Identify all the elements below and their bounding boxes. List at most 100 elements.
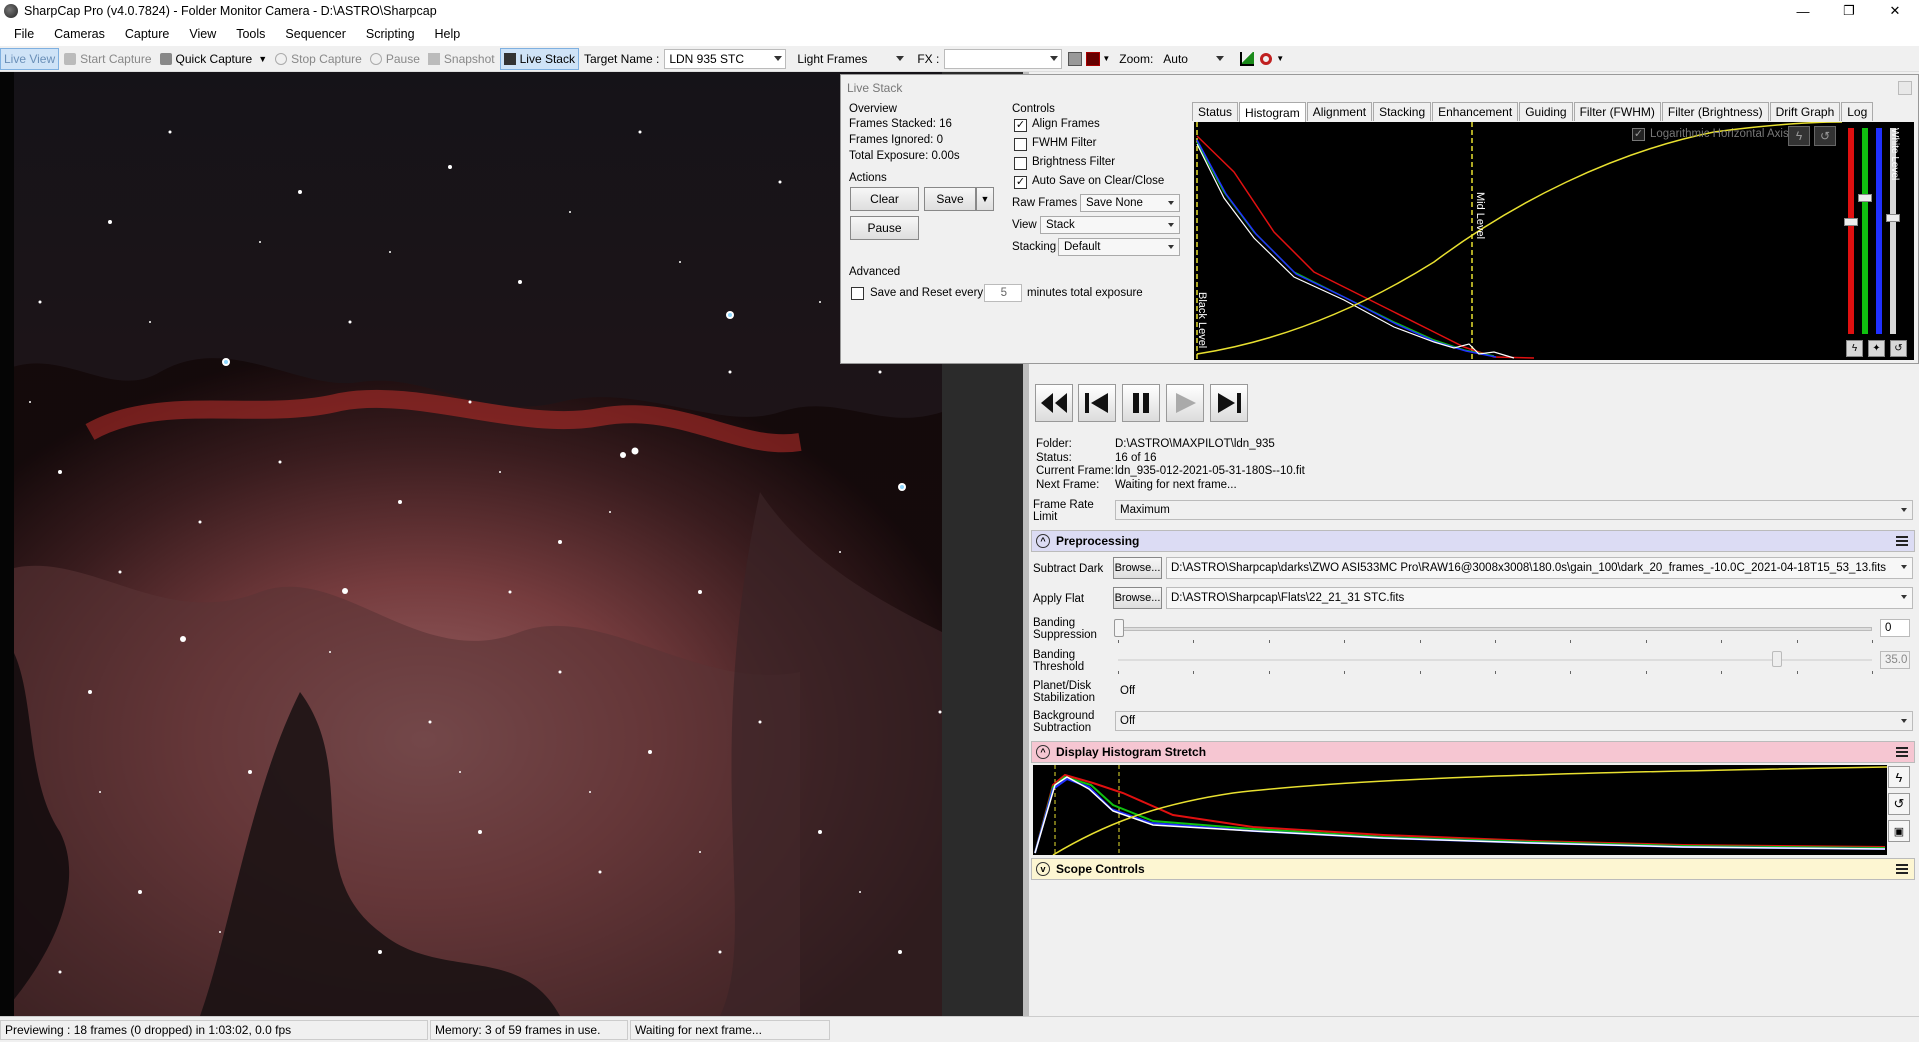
save-icon[interactable]: ▣ [1888,820,1910,842]
tab-status[interactable]: Status [1192,102,1239,121]
banding-suppression-thumb[interactable] [1114,619,1124,637]
play-button[interactable] [1166,384,1204,422]
tab-guiding[interactable]: Guiding [1519,102,1573,121]
tab-alignment[interactable]: Alignment [1306,102,1373,121]
save-reset-checkbox[interactable] [851,287,864,300]
chevron-down-icon[interactable]: ▼ [1102,54,1110,63]
menu-sequencer[interactable]: Sequencer [285,27,345,41]
save-button[interactable]: Save [924,187,976,211]
tab-filter-fwhm[interactable]: Filter (FWHM) [1573,102,1661,121]
banding-suppression-slider[interactable] [1118,627,1872,631]
scope-controls-header[interactable]: v Scope Controls [1031,858,1915,880]
live-stack-button[interactable]: Live Stack [499,47,579,70]
collapse-icon[interactable]: ^ [1036,745,1050,759]
auto-save-checkbox[interactable]: ✓ [1014,176,1027,189]
tab-stacking[interactable]: Stacking [1373,102,1432,121]
magnifier-icon[interactable] [1260,52,1273,65]
menu-cameras[interactable]: Cameras [54,27,105,41]
folder-label: Folder: [1036,438,1072,450]
pause-stack-button[interactable]: Pause [850,216,919,240]
clear-button[interactable]: Clear [850,187,919,211]
banding-suppression-input[interactable]: 0 [1880,619,1910,637]
balance-icon[interactable]: ✦ [1868,340,1885,357]
menu-file[interactable]: File [14,27,34,41]
live-view-button[interactable]: Live View [0,47,60,70]
banding-threshold-input[interactable]: 35.0 [1880,651,1910,669]
reset-levels-icon[interactable]: ↺ [1890,340,1907,357]
save-reset-minutes-input[interactable]: 5 [984,284,1022,302]
tab-histogram[interactable]: Histogram [1239,102,1306,122]
raw-frames-select[interactable]: Save None [1080,194,1180,212]
colour-level-sliders[interactable]: White Level ϟ ✦ ↺ [1842,122,1914,360]
current-frame-value: ldn_935-012-2021-05-31-180S--10.fit [1115,465,1305,477]
planet-stabilization-select[interactable]: Off [1115,681,1913,701]
menu-icon[interactable] [1896,747,1908,759]
flat-frame-select[interactable]: D:\ASTRO\Sharpcap\Flats\22_21_31 STC.fit… [1166,587,1913,609]
zoom-combo[interactable]: Auto [1158,48,1229,69]
preprocessing-header[interactable]: ^ Preprocessing [1031,530,1915,552]
frame-rate-limit-select[interactable]: Maximum [1115,500,1913,520]
reset-icon[interactable]: ↺ [1888,793,1910,815]
collapse-icon[interactable]: ^ [1036,534,1050,548]
background-subtraction-select[interactable]: Off [1115,711,1913,731]
fx-combo[interactable] [944,48,1063,69]
menu-tools[interactable]: Tools [236,27,265,41]
menu-capture[interactable]: Capture [125,27,169,41]
chevron-down-icon[interactable]: ▼ [1276,54,1284,63]
stop-capture-button[interactable]: Stop Capture [272,48,365,70]
green-level-handle[interactable] [1858,194,1872,202]
luminance-level-handle[interactable] [1886,214,1900,222]
tab-drift-graph[interactable]: Drift Graph [1769,102,1841,121]
dark-frame-select[interactable]: D:\ASTRO\Sharpcap\darks\ZWO ASI533MC Pro… [1166,557,1913,579]
stack-histogram[interactable]: ✓ Logarithmic Horizontal Axis Black Leve… [1194,122,1842,360]
align-frames-checkbox[interactable]: ✓ [1014,119,1027,132]
target-name-combo[interactable]: LDN 935 STC [664,48,787,69]
display-stretch-header[interactable]: ^ Display Histogram Stretch [1031,741,1915,763]
menu-icon[interactable] [1896,864,1908,876]
auto-stretch-icon[interactable]: ϟ [1788,126,1810,146]
brightness-filter-checkbox[interactable] [1014,157,1027,170]
reset-icon[interactable]: ↺ [1814,126,1836,146]
view-select[interactable]: Stack [1040,216,1180,234]
auto-levels-icon[interactable]: ϟ [1846,340,1863,357]
frame-type-combo[interactable]: Light Frames [792,48,909,69]
browse-flat-button[interactable]: Browse... [1113,587,1162,609]
log-axis-checkbox[interactable]: ✓ [1632,128,1645,141]
reticule-icon[interactable] [1086,51,1101,66]
menu-scripting[interactable]: Scripting [366,27,415,41]
banding-threshold-slider[interactable] [1118,659,1872,661]
tab-filter-brightness[interactable]: Filter (Brightness) [1661,102,1769,121]
close-window-button[interactable]: ✕ [1872,0,1918,22]
histogram-icon[interactable] [1240,51,1255,66]
menu-icon[interactable] [1896,536,1908,548]
display-stretch-histogram[interactable] [1033,765,1887,855]
pause-button[interactable]: Pause [367,48,423,70]
red-level-bar[interactable] [1848,128,1854,334]
snapshot-button[interactable]: Snapshot [425,48,498,70]
red-level-handle[interactable] [1844,218,1858,226]
stacking-select[interactable]: Default [1058,238,1180,256]
maximize-button[interactable]: ❐ [1826,0,1872,22]
menu-help[interactable]: Help [435,27,461,41]
blue-level-bar[interactable] [1876,128,1882,334]
rewind-button[interactable] [1035,384,1073,422]
green-level-bar[interactable] [1862,128,1868,334]
save-options-button[interactable]: ▼ [976,187,994,211]
banding-threshold-thumb[interactable] [1772,651,1782,667]
fwhm-filter-checkbox[interactable] [1014,138,1027,151]
pause-playback-button[interactable] [1122,384,1160,422]
tab-log[interactable]: Log [1841,102,1874,121]
grid-icon[interactable] [1068,51,1083,66]
previous-frame-button[interactable] [1078,384,1116,422]
expand-icon[interactable]: v [1036,862,1050,876]
close-icon[interactable] [1898,81,1912,95]
menu-view[interactable]: View [189,27,216,41]
browse-dark-button[interactable]: Browse... [1113,557,1162,579]
next-frame-button[interactable] [1210,384,1248,422]
auto-stretch-icon[interactable]: ϟ [1888,766,1910,788]
quick-capture-button[interactable]: Quick Capture ▼ [157,48,271,70]
tab-enhancement[interactable]: Enhancement [1432,102,1519,121]
start-capture-button[interactable]: Start Capture [61,48,154,70]
chevron-down-icon[interactable]: ▼ [258,54,267,64]
minimize-button[interactable]: — [1780,0,1826,22]
